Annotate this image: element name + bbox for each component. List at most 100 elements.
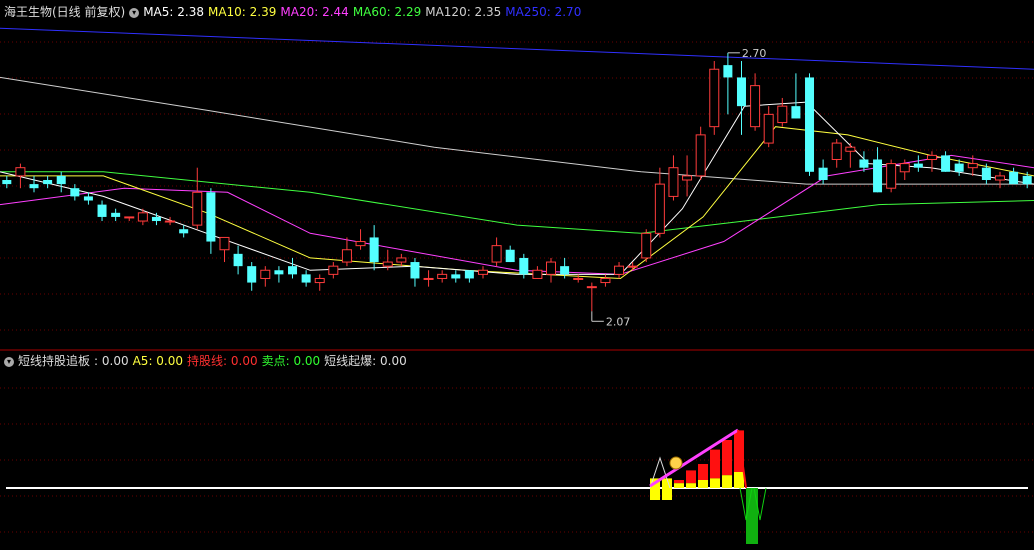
candle-body: [192, 191, 203, 226]
ma-indicator-2: MA20: 2.44: [280, 5, 349, 19]
sub-indicator-2: 持股线: 0.00: [187, 354, 258, 368]
candle-body: [505, 249, 515, 263]
candle-body: [477, 269, 488, 275]
candle-body: [410, 262, 420, 279]
candle-body: [137, 212, 148, 222]
candle-body: [586, 286, 597, 289]
candle-body: [736, 77, 746, 107]
sub-bar-yellow: [710, 478, 720, 488]
candle-body: [382, 261, 393, 267]
candle-body: [83, 196, 93, 201]
candle-body: [15, 167, 26, 177]
candle-body: [111, 212, 121, 217]
sub-bar-yellow: [722, 475, 732, 488]
candle-body: [70, 188, 80, 197]
money-bag-icon: [669, 456, 683, 470]
sub-bar-red: [674, 480, 684, 484]
ma-line-ma10: [0, 126, 1034, 280]
ma-indicators: MA5: 2.38 MA10: 2.39 MA20: 2.44 MA60: 2.29 M…: [143, 5, 585, 19]
candle-body: [873, 159, 883, 193]
candle-body: [206, 192, 216, 242]
sub-bar-yellow: [698, 480, 708, 488]
candle-body: [288, 266, 298, 275]
ma-indicator-0: MA5: 2.38: [143, 5, 204, 19]
candle-body: [654, 183, 665, 234]
sub-bar-yellow-neg: [662, 488, 672, 500]
candle-body: [682, 175, 693, 181]
candle-body: [805, 77, 815, 172]
stock-title: 海王生物(日线 前复权): [4, 5, 126, 19]
candle-body: [314, 277, 325, 284]
low-label: 2.07: [606, 315, 631, 328]
candle-body: [763, 113, 774, 144]
candle-body: [981, 167, 991, 180]
candle-body: [301, 274, 311, 283]
candle-body: [247, 266, 257, 283]
candle-body: [614, 265, 625, 275]
candle-body: [831, 142, 842, 160]
candle-body: [274, 270, 284, 275]
chevron-down-icon[interactable]: ▾: [129, 7, 140, 18]
candle-body: [423, 277, 434, 280]
candle-body: [899, 163, 910, 173]
ma-line-ma250: [0, 27, 1034, 70]
sub-indicator-1: A5: 0.00: [132, 354, 184, 368]
candle-body: [219, 236, 230, 251]
high-label: 2.70: [742, 47, 767, 60]
sub-legend: ▾ 短线持股追板: 0.00 A5: 0.00 持股线: 0.00 卖点: 0.00 短线…: [4, 353, 415, 369]
candle-body: [967, 163, 978, 169]
candle-body: [124, 216, 135, 219]
candle-body: [151, 216, 161, 222]
candle-body: [695, 134, 706, 177]
candle-body: [791, 106, 801, 119]
candle-body: [519, 257, 529, 275]
candle-body: [532, 269, 543, 279]
sub-bar-red: [710, 449, 720, 479]
candle-body: [165, 220, 176, 223]
sub-indicator-4: 短线起爆: 0.00: [324, 354, 407, 368]
sub-bar-yellow: [686, 483, 696, 488]
candle-body: [573, 277, 584, 280]
sub-bar-red: [698, 464, 708, 480]
candle-body: [845, 146, 856, 152]
chevron-down-icon[interactable]: ▾: [4, 356, 14, 367]
chart-canvas[interactable]: 2.70 2.07: [0, 0, 1034, 550]
candle-body: [627, 265, 638, 268]
candle-body: [709, 68, 720, 128]
candle-body: [260, 269, 271, 279]
candle-body: [600, 277, 611, 284]
candle-body: [491, 245, 502, 263]
candle-body: [913, 163, 923, 168]
ma-indicator-5: MA250: 2.70: [505, 5, 582, 19]
candle-body: [369, 237, 379, 263]
sub-bar-red: [722, 440, 732, 476]
candle-body: [641, 232, 652, 259]
sub-bar-yellow: [734, 472, 744, 488]
candle-body: [668, 167, 679, 197]
candle-body: [886, 163, 897, 189]
ma-indicator-1: MA10: 2.39: [207, 5, 277, 19]
sub-indicators: : 0.00 A5: 0.00 持股线: 0.00 卖点: 0.00 短线起爆: 0.0…: [94, 354, 411, 368]
candle-body: [546, 261, 557, 275]
candle-body: [1009, 171, 1019, 185]
candle-body: [994, 175, 1005, 181]
candle-body: [750, 85, 761, 128]
ma-indicator-4: MA120: 2.35: [425, 5, 502, 19]
candle-body: [777, 105, 788, 124]
sub-bar-red: [686, 470, 696, 484]
candle-body: [954, 163, 964, 172]
candle-body: [451, 274, 461, 279]
candle-body: [859, 159, 869, 168]
candle-body: [396, 257, 407, 263]
sub-bar-yellow-neg: [650, 488, 660, 500]
candle-body: [43, 180, 53, 185]
candle-body: [328, 265, 339, 275]
candle-body: [1022, 175, 1032, 185]
candle-body: [341, 249, 352, 263]
sub-indicator-3: 卖点: 0.00: [261, 354, 321, 368]
main-legend: 海王生物(日线 前复权) ▾ MA5: 2.38 MA10: 2.39 MA20: 2.…: [4, 4, 589, 20]
candle-body: [941, 155, 951, 172]
candle-body: [437, 273, 448, 279]
candle-body: [233, 253, 243, 267]
candle-body: [926, 154, 937, 160]
